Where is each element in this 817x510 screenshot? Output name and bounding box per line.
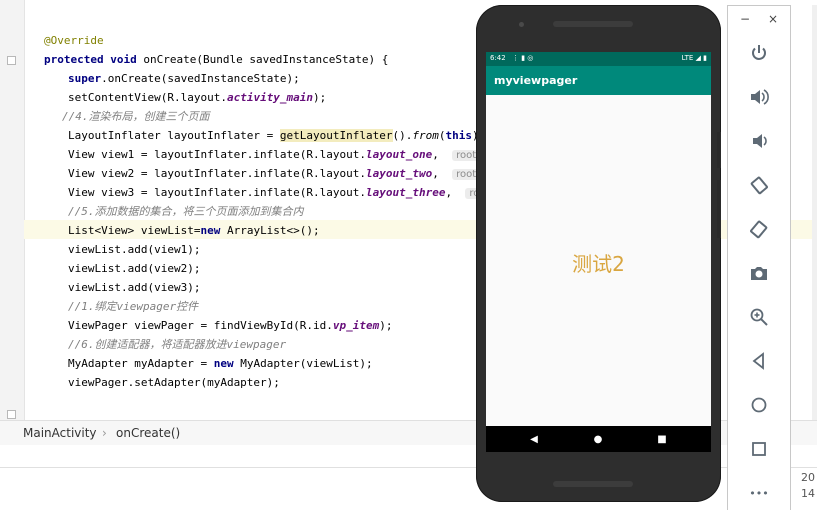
zoom-in-icon: [750, 308, 768, 326]
rotate-right-icon: [750, 220, 768, 239]
app-title: myviewpager: [494, 74, 578, 87]
notification-icons: ⋮ ▮ ◎: [512, 54, 534, 62]
code-line: View view3 = layoutInflater.inflate(R.la…: [68, 183, 524, 202]
code-line: LayoutInflater layoutInflater = getLayou…: [68, 129, 485, 142]
android-nav-bar: ◀ ● ■: [486, 426, 711, 452]
code-line: View view2 = layoutInflater.inflate(R.la…: [68, 164, 517, 183]
back-icon[interactable]: ◀: [524, 426, 544, 452]
editor-scrollbar[interactable]: [812, 5, 817, 420]
breadcrumb-class[interactable]: MainActivity: [23, 426, 97, 440]
volume-down-icon: [753, 134, 767, 148]
android-status-bar: 6:42 ⋮ ▮ ◎ LTE ◢ ▮: [486, 52, 711, 66]
minimize-button[interactable]: −: [740, 12, 750, 26]
power-icon: [752, 45, 766, 60]
rotate-left-icon: [750, 176, 768, 195]
code-comment: //4.渲染布局，创建三个页面: [62, 110, 210, 123]
code-line: MyAdapter myAdapter = new MyAdapter(view…: [68, 357, 373, 370]
zoom-button[interactable]: [728, 303, 790, 331]
code-line: View view1 = layoutInflater.inflate(R.la…: [68, 145, 517, 164]
back-button[interactable]: [728, 347, 790, 375]
editor-gutter: [0, 0, 25, 420]
emulator-screen[interactable]: 6:42 ⋮ ▮ ◎ LTE ◢ ▮ myviewpager 测试2 ◀ ● ■: [486, 52, 711, 452]
code-line: viewPager.setAdapter(myAdapter);: [68, 376, 280, 389]
breadcrumb-method[interactable]: onCreate(): [116, 426, 180, 440]
line-number-label: 20: [801, 471, 815, 484]
close-button[interactable]: ×: [768, 12, 778, 26]
code-line: List<View> viewList=new ArrayList<>();: [68, 224, 320, 237]
code-line: super.onCreate(savedInstanceState);: [68, 72, 300, 85]
speaker-grille: [553, 21, 633, 27]
speaker-grille: [553, 481, 633, 487]
home-icon[interactable]: ●: [588, 426, 608, 452]
breadcrumb-separator: ›: [102, 426, 107, 440]
code-line: viewList.add(view2);: [68, 262, 201, 275]
app-bar: myviewpager: [486, 66, 711, 95]
code-line: setContentView(R.layout.activity_main);: [68, 91, 327, 104]
code-comment: //5.添加数据的集合，将三个页面添加到集合内: [68, 205, 304, 218]
overview-square-icon: [752, 442, 766, 456]
back-triangle-icon: [752, 352, 764, 370]
recents-icon[interactable]: ■: [652, 426, 672, 452]
code-line: ViewPager viewPager = findViewById(R.id.…: [68, 319, 393, 332]
camera-dot: [519, 22, 524, 27]
code-line: @Override: [44, 34, 104, 47]
code-comment: //6.创建适配器，将适配器放进viewpager: [68, 338, 287, 351]
signal-battery-icons: LTE ◢ ▮: [681, 54, 707, 62]
home-circle-icon: [751, 397, 767, 413]
more-button[interactable]: •••: [728, 479, 790, 507]
fold-marker[interactable]: [7, 410, 16, 419]
overview-button[interactable]: [728, 435, 790, 463]
power-button[interactable]: [728, 39, 790, 67]
code-line: viewList.add(view1);: [68, 243, 201, 256]
camera-icon: [751, 267, 767, 280]
status-time: 6:42: [490, 54, 506, 62]
fold-marker[interactable]: [7, 56, 16, 65]
volume-down-button[interactable]: [728, 127, 790, 155]
home-button[interactable]: [728, 391, 790, 419]
volume-up-icon: [751, 89, 769, 105]
emulator-toolbar: − × •••: [727, 5, 791, 510]
line-number-label: 14: [801, 487, 815, 500]
volume-up-button[interactable]: [728, 83, 790, 111]
code-line: viewList.add(view3);: [68, 281, 201, 294]
code-comment: //1.绑定viewpager控件: [68, 300, 199, 313]
code-line: protected void onCreate(Bundle savedInst…: [44, 53, 389, 66]
screenshot-button[interactable]: [728, 259, 790, 287]
rotate-right-button[interactable]: [728, 215, 790, 243]
viewpager-page-text[interactable]: 测试2: [486, 248, 711, 277]
power-side-button: [717, 132, 721, 168]
volume-side-button: [717, 180, 721, 238]
rotate-left-button[interactable]: [728, 171, 790, 199]
